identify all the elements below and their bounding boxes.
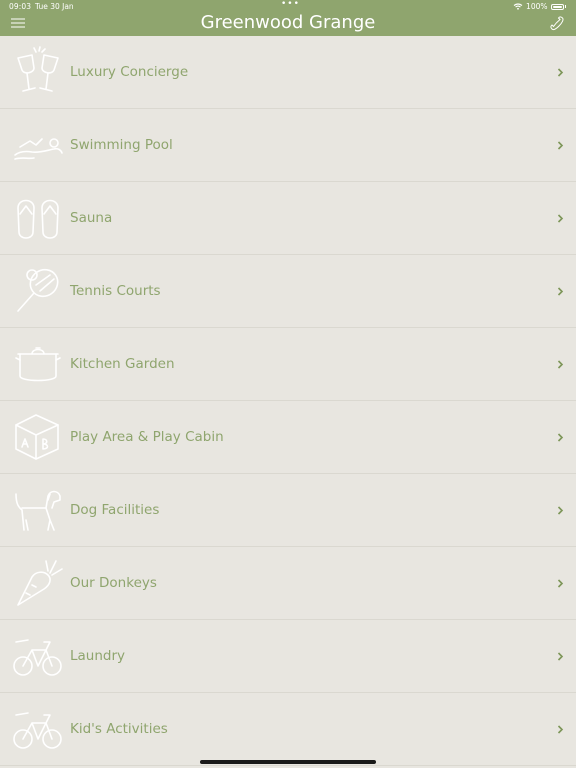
list-item-label: Tennis Courts xyxy=(70,283,161,299)
list-item-play-area[interactable]: Play Area & Play Cabin xyxy=(0,401,576,474)
list-item-label: Play Area & Play Cabin xyxy=(70,429,224,445)
champagne-glasses-icon xyxy=(17,46,59,92)
home-indicator[interactable] xyxy=(200,760,376,764)
cooking-pot-icon xyxy=(15,347,61,382)
list-item-dog-facilities[interactable]: Dog Facilities xyxy=(0,474,576,547)
battery-percent: 100% xyxy=(526,2,548,11)
chevron-right-icon xyxy=(557,725,564,734)
bicycle-icon xyxy=(13,639,62,676)
chevron-right-icon xyxy=(557,287,564,296)
multitasking-dots[interactable]: ••• xyxy=(281,0,300,9)
list-item-kids-activities[interactable]: Kid's Activities xyxy=(0,693,576,766)
carrot-icon xyxy=(17,560,63,606)
chevron-right-icon xyxy=(557,360,564,369)
battery-icon xyxy=(550,3,564,10)
tennis-racket-icon xyxy=(17,268,59,312)
list-item-label: Swimming Pool xyxy=(70,137,173,153)
list-item-label: Kitchen Garden xyxy=(70,356,175,372)
list-item-label: Kid's Activities xyxy=(70,721,168,737)
page-title: Greenwood Grange xyxy=(200,12,376,33)
list-item-label: Sauna xyxy=(70,210,113,226)
swimmer-icon xyxy=(14,138,63,160)
dog-icon xyxy=(15,490,61,531)
list-item-kitchen-garden[interactable]: Kitchen Garden xyxy=(0,328,576,401)
list-item-label: Luxury Concierge xyxy=(70,64,189,80)
amenities-list: Luxury Concierge Swimming Pool Sauna Ten… xyxy=(0,36,576,766)
status-time: 09:03 xyxy=(9,2,32,11)
list-item-label: Laundry xyxy=(70,648,126,664)
flip-flops-icon xyxy=(17,199,59,239)
list-item-luxury-concierge[interactable]: Luxury Concierge xyxy=(0,36,576,109)
list-item-tennis-courts[interactable]: Tennis Courts xyxy=(0,255,576,328)
chevron-right-icon xyxy=(557,579,564,588)
list-item-laundry[interactable]: Laundry xyxy=(0,620,576,693)
chevron-right-icon xyxy=(557,214,564,223)
status-right: 100% xyxy=(513,2,566,11)
bicycle-icon xyxy=(13,712,62,749)
battery-tip xyxy=(564,5,566,8)
list-item-label: Our Donkeys xyxy=(70,575,157,591)
chevron-right-icon xyxy=(557,68,564,77)
chevron-right-icon xyxy=(557,141,564,150)
phone-icon[interactable] xyxy=(549,15,565,31)
header-bar: 09:03 Tue 30 Jan ••• 100% Greenwood Gran… xyxy=(0,0,576,36)
list-item-swimming-pool[interactable]: Swimming Pool xyxy=(0,109,576,182)
chevron-right-icon xyxy=(557,433,564,442)
wifi-icon xyxy=(513,3,523,10)
chevron-right-icon xyxy=(557,506,564,515)
toy-block-icon xyxy=(15,414,59,460)
status-date: Tue 30 Jan xyxy=(35,2,74,11)
list-item-our-donkeys[interactable]: Our Donkeys xyxy=(0,547,576,620)
list-item-sauna[interactable]: Sauna xyxy=(0,182,576,255)
chevron-right-icon xyxy=(557,652,564,661)
list-item-label: Dog Facilities xyxy=(70,502,160,518)
